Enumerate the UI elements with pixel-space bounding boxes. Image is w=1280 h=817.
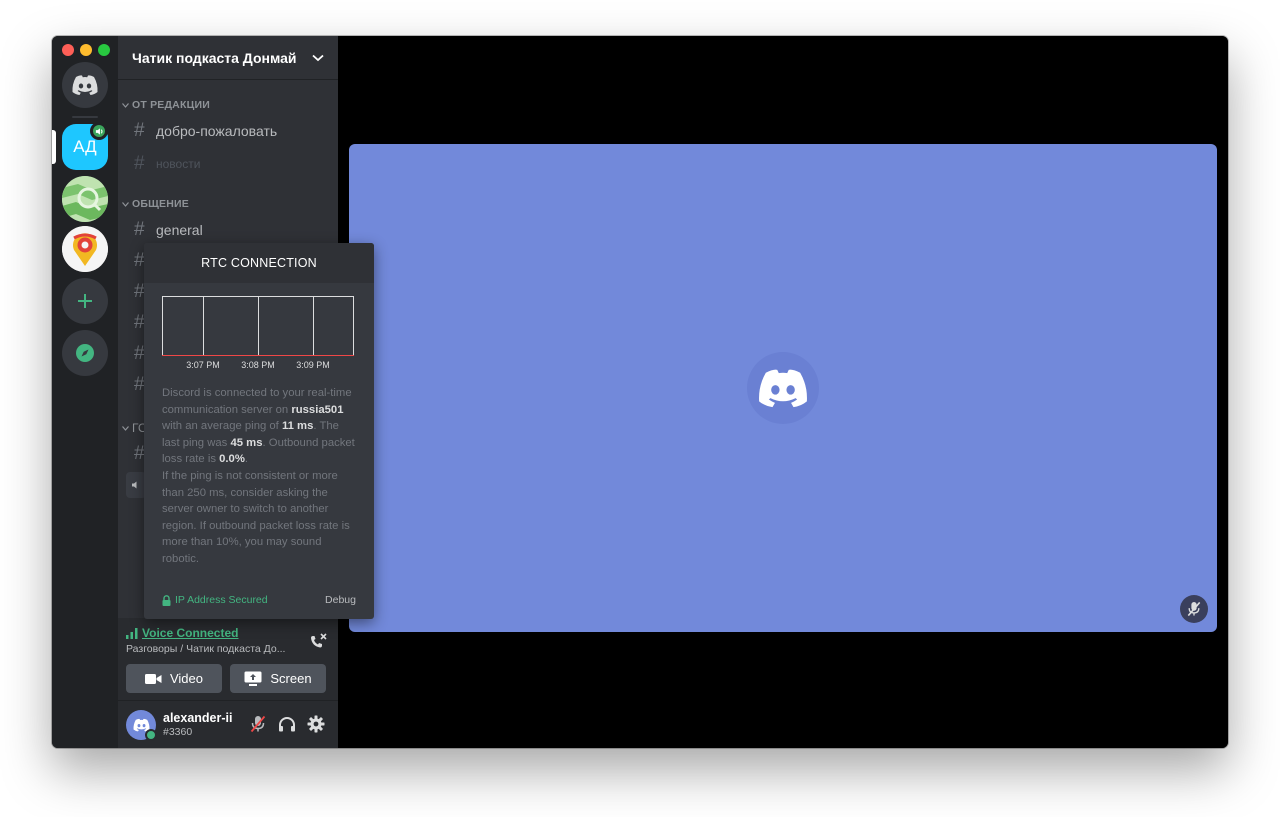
- compass-icon: [76, 344, 94, 362]
- channel-welcome[interactable]: # добро-пожаловать: [134, 120, 277, 142]
- signal-icon: [126, 627, 138, 639]
- window-controls: [62, 44, 110, 56]
- gear-icon: [307, 715, 325, 733]
- voice-connected-status[interactable]: Voice Connected: [126, 626, 238, 640]
- explore-servers-button[interactable]: [62, 330, 108, 376]
- minimize-window-button[interactable]: [80, 44, 92, 56]
- server-header[interactable]: Чатик подкаста Донмай: [118, 36, 338, 80]
- rtc-text-part: with an average ping of: [162, 420, 279, 433]
- text-channel-icon[interactable]: #: [134, 343, 145, 365]
- discord-icon: [72, 75, 98, 95]
- text-channel-icon[interactable]: #: [134, 374, 145, 396]
- map-server-icon: [62, 176, 108, 222]
- rtc-title: RTC CONNECTION: [144, 243, 374, 283]
- video-button-label: Video: [169, 671, 203, 686]
- text-channel-icon: #: [134, 120, 145, 141]
- rtc-text-part: .: [244, 453, 249, 466]
- tile-mute-indicator: [1180, 595, 1208, 623]
- voice-channel-row[interactable]: [126, 472, 146, 498]
- mute-button[interactable]: [247, 713, 269, 735]
- zoom-window-button[interactable]: [98, 44, 110, 56]
- ping-graph: [162, 296, 354, 356]
- server-rail: АД: [52, 36, 118, 748]
- online-status-dot: [145, 729, 157, 741]
- server-name: Чатик подкаста Донмай: [132, 49, 297, 66]
- video-stage: [338, 36, 1228, 748]
- voice-channel-path: Разговоры / Чатик подкаста До...: [126, 643, 286, 655]
- add-server-button[interactable]: [62, 278, 108, 324]
- phone-disconnect-icon: [311, 633, 327, 648]
- server-ad-label: АД: [73, 137, 97, 156]
- map-pin-server-icon: [62, 226, 108, 272]
- speaker-icon: [132, 481, 137, 489]
- category-label: ОТ РЕДАКЦИИ: [132, 99, 210, 111]
- ip-secured-label: IP Address Secured: [175, 594, 268, 606]
- text-channel-icon[interactable]: #: [134, 312, 145, 334]
- server-map[interactable]: [62, 176, 108, 222]
- text-channel-icon[interactable]: #: [134, 443, 145, 465]
- participant-avatar: [747, 352, 819, 424]
- chevron-down-icon: [122, 425, 129, 431]
- text-channel-icon[interactable]: #: [134, 281, 145, 303]
- user-tag: #3360: [163, 726, 193, 738]
- user-panel: alexander-ii #3360: [118, 701, 338, 748]
- rtc-description: Discord is connected to your real-time c…: [162, 385, 358, 568]
- channel-general[interactable]: # general: [134, 219, 203, 241]
- video-button[interactable]: Video: [126, 664, 222, 693]
- home-button[interactable]: [62, 62, 108, 108]
- ping-baseline: [162, 355, 354, 356]
- deafen-button[interactable]: [276, 713, 298, 735]
- graph-gridline: [203, 297, 204, 356]
- user-settings-button[interactable]: [305, 713, 327, 735]
- text-channel-icon[interactable]: #: [134, 250, 145, 272]
- voice-speaker-badge: [90, 122, 108, 140]
- rail-separator: [72, 116, 98, 118]
- graph-gridline: [258, 297, 259, 356]
- headphones-icon: [279, 717, 295, 732]
- graph-tick-label: 3:08 PM: [241, 360, 275, 370]
- rtc-packet-loss: 0.0%: [219, 453, 245, 466]
- channel-label: новости: [156, 157, 201, 171]
- rtc-advice: If the ping is not consistent or more th…: [162, 469, 350, 565]
- category-chat[interactable]: ОБЩЕНИЕ: [122, 198, 189, 210]
- chevron-down-icon: [122, 102, 129, 108]
- rtc-average-ping: 11 ms: [281, 420, 314, 433]
- disconnect-button[interactable]: [306, 630, 330, 654]
- chevron-down-icon: [312, 54, 324, 61]
- lock-icon: [162, 594, 171, 606]
- screen-share-icon: [244, 671, 262, 686]
- category-label: ОБЩЕНИЕ: [132, 198, 189, 210]
- close-window-button[interactable]: [62, 44, 74, 56]
- rtc-server-name: russia501: [291, 403, 344, 416]
- channel-news[interactable]: # новости: [134, 153, 200, 175]
- video-tile[interactable]: [349, 144, 1217, 632]
- plus-icon: [78, 294, 92, 308]
- category-from-editors[interactable]: ОТ РЕДАКЦИИ: [122, 99, 210, 111]
- microphone-muted-icon: [1187, 601, 1201, 617]
- screen-share-button[interactable]: Screen: [230, 664, 326, 693]
- debug-link[interactable]: Debug: [325, 594, 356, 606]
- app-window: АД Чатик подкаста Донмай ОТ РЕДАКЦИИ # д…: [52, 36, 1228, 748]
- rtc-connection-popout: RTC CONNECTION 3:07 PM 3:08 PM 3:09 PM D…: [144, 243, 374, 619]
- selected-server-indicator: [52, 130, 56, 164]
- channel-label: general: [156, 222, 203, 238]
- username: alexander-ii: [163, 711, 233, 725]
- screen-button-label: Screen: [270, 671, 312, 686]
- rtc-last-ping: 45 ms: [230, 436, 263, 449]
- discord-icon: [759, 369, 807, 408]
- graph-tick-label: 3:07 PM: [186, 360, 220, 370]
- voice-connection-panel: Voice Connected Разговоры / Чатик подкас…: [118, 618, 338, 701]
- text-channel-icon: #: [134, 219, 145, 240]
- microphone-muted-icon: [250, 715, 266, 733]
- server-donmai[interactable]: [62, 226, 108, 272]
- graph-gridline: [313, 297, 314, 356]
- voice-status-label: Voice Connected: [142, 626, 239, 640]
- announcement-channel-icon: #: [134, 153, 145, 174]
- video-camera-icon: [144, 673, 162, 684]
- graph-tick-label: 3:09 PM: [296, 360, 330, 370]
- ip-secured-indicator: IP Address Secured: [162, 594, 268, 606]
- speaker-icon: [95, 127, 103, 135]
- channel-label: добро-пожаловать: [156, 123, 278, 139]
- chevron-down-icon: [122, 201, 129, 207]
